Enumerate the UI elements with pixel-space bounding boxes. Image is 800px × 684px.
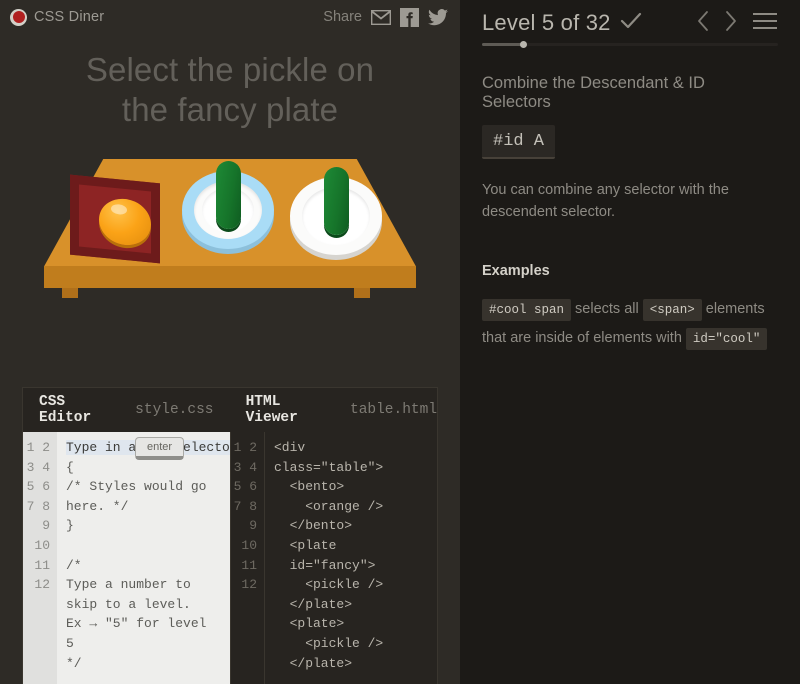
table-edge [44, 265, 416, 288]
tab-css-editor[interactable]: CSS Editor [39, 394, 121, 426]
level-progress-bar[interactable] [482, 41, 778, 48]
hamburger-menu-icon[interactable] [752, 11, 778, 36]
chevron-left-icon[interactable] [696, 10, 710, 37]
example-code-2: <span> [642, 299, 702, 322]
example-code-1: #cool span [482, 299, 572, 322]
html-code-area: <div class="table"> <bento> <orange /> <… [274, 440, 384, 671]
plate-fancy[interactable] [182, 160, 274, 249]
example-code-3: id="cool" [685, 328, 768, 351]
level-nav [696, 10, 778, 37]
tomato-icon [10, 8, 27, 26]
css-editor-pane[interactable]: 1 2 3 4 5 6 7 8 9 10 11 12 Type in a CSS… [23, 432, 230, 684]
table-leg-right [354, 287, 370, 298]
facebook-icon[interactable] [400, 7, 419, 27]
twitter-icon[interactable] [428, 8, 448, 26]
email-icon[interactable] [371, 9, 391, 25]
app-title: CSS Diner [34, 9, 105, 25]
css-line-numbers: 1 2 3 4 5 6 7 8 9 10 11 12 [23, 432, 57, 684]
bento-box[interactable] [70, 174, 160, 263]
puzzle-title-line-2: the fancy plate [121, 91, 339, 129]
table-scene [0, 131, 460, 388]
enter-button[interactable]: enter [135, 437, 185, 460]
tab-html-viewer[interactable]: HTML Viewer [246, 394, 336, 426]
css-code-area[interactable]: Type in a CSS selector { /* Styles would… [57, 432, 230, 684]
lesson-description: You can combine any selector with the de… [482, 182, 729, 221]
left-panel: CSS Diner Share Select the pickle on the… [0, 0, 460, 684]
progress-fill [482, 43, 524, 46]
top-bar: CSS Diner Share [0, 0, 460, 34]
example-block: #cool span selects all <span> elements t… [482, 295, 778, 353]
table-leg-left [62, 287, 78, 298]
example-text-1: selects all [575, 301, 639, 318]
selector-chip: #id A [482, 125, 556, 159]
dining-table [22, 149, 438, 304]
html-viewer-pane: 1 2 3 4 5 6 7 8 9 10 11 12 <div class="t… [230, 432, 437, 684]
plate-plain[interactable] [290, 166, 382, 255]
editor-panel: CSS Editor style.css HTML Viewer table.h… [22, 387, 438, 684]
puzzle-title: Select the pickle on the fancy plate [0, 34, 460, 131]
css-file-name: style.css [135, 402, 214, 418]
progress-knob [520, 41, 528, 48]
chevron-right-icon[interactable] [724, 10, 738, 37]
lesson-heading: Combine the Descendant & ID Selectors [482, 74, 705, 111]
app-logo[interactable]: CSS Diner [10, 8, 105, 26]
css-diner-app: CSS Diner Share Select the pickle on the… [0, 0, 800, 684]
share-label: Share [323, 9, 362, 25]
puzzle-title-line-1: Select the pickle on [85, 51, 375, 88]
right-panel: Level 5 of 32 Combine the Descendant & I… [460, 0, 800, 684]
level-header: Level 5 of 32 [482, 0, 778, 37]
level-label: Level 5 of 32 [482, 10, 611, 35]
examples-heading: Examples [482, 263, 550, 280]
editor-tab-bar: CSS Editor style.css HTML Viewer table.h… [23, 388, 437, 432]
html-file-name: table.html [350, 402, 438, 418]
share-group: Share [323, 7, 448, 27]
editor-panes: 1 2 3 4 5 6 7 8 9 10 11 12 Type in a CSS… [23, 432, 437, 684]
pickle-food-plain[interactable] [324, 166, 349, 235]
html-line-numbers: 1 2 3 4 5 6 7 8 9 10 11 12 [231, 432, 265, 684]
orange-food[interactable] [99, 195, 151, 247]
check-icon [620, 12, 642, 35]
pickle-food-fancy[interactable] [216, 160, 241, 229]
